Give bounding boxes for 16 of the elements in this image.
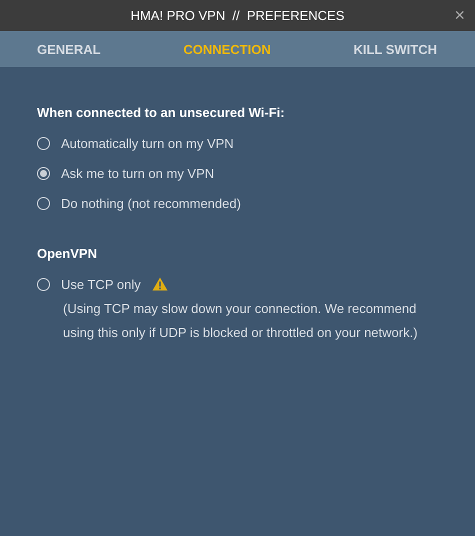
option-label: Ask me to turn on my VPN <box>61 166 214 180</box>
radio-button[interactable] <box>37 196 50 210</box>
tab[interactable]: KILL SWITCH <box>353 42 437 56</box>
close-button[interactable]: × <box>452 5 467 25</box>
radio-button[interactable] <box>37 166 50 180</box>
help-text: (Using TCP may slow down your connection. We recommend using this only if UDP is blocked or throttled on your network.) <box>63 300 419 342</box>
section-heading: OpenVPN <box>37 246 98 261</box>
tab[interactable]: CONNECTION <box>183 42 271 56</box>
tab[interactable]: GENERAL <box>37 42 101 56</box>
radio-button[interactable] <box>37 136 50 150</box>
option-label: Automatically turn on my VPN <box>61 136 234 150</box>
section-heading: When connected to an unsecured Wi-Fi: <box>37 105 286 120</box>
option-label: Do nothing (not recommended) <box>61 196 241 210</box>
radio-button[interactable] <box>37 278 50 290</box>
option-label: Use TCP only <box>61 276 141 292</box>
window-title: HMA! PRO VPN // PREFERENCES <box>130 8 344 23</box>
